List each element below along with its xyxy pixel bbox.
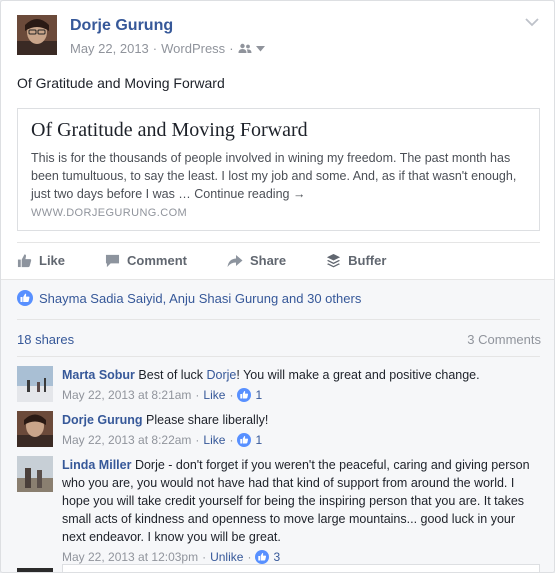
comment-body: Dorje Gurung Please share liberally! May… bbox=[62, 411, 532, 449]
like-button[interactable]: Like bbox=[17, 243, 65, 279]
comment-mention[interactable]: Dorje bbox=[207, 368, 237, 382]
comments-count[interactable]: 3 Comments bbox=[467, 332, 541, 347]
comment-text: Best of luck bbox=[138, 368, 207, 382]
link-preview[interactable]: Of Gratitude and Moving Forward This is … bbox=[17, 108, 540, 231]
post-header: Dorje Gurung May 22, 2013 · WordPress · bbox=[17, 15, 540, 65]
share-arrow-icon bbox=[227, 254, 243, 267]
like-count-icon bbox=[255, 550, 270, 564]
meta-separator: · bbox=[152, 41, 158, 56]
comment-meta: May 22, 2013 at 8:22am · Like · 1 bbox=[62, 431, 532, 449]
comment-like-button[interactable]: Like bbox=[203, 431, 225, 449]
share-button[interactable]: Share bbox=[227, 243, 286, 279]
comment-body: Marta Sobur Best of luck Dorje! You will… bbox=[62, 366, 532, 404]
friends-audience-icon bbox=[238, 43, 252, 53]
like-count-icon bbox=[237, 388, 252, 402]
post-text: Of Gratitude and Moving Forward bbox=[17, 75, 225, 91]
commenter-avatar[interactable] bbox=[17, 366, 53, 402]
comment-meta: May 22, 2013 at 8:21am · Like · 1 bbox=[62, 386, 532, 404]
commenter-name[interactable]: Dorje Gurung bbox=[62, 413, 143, 427]
author-name[interactable]: Dorje Gurung bbox=[70, 17, 173, 35]
comment-button[interactable]: Comment bbox=[105, 243, 187, 279]
divider bbox=[17, 319, 540, 320]
meta-separator: · bbox=[229, 41, 234, 56]
thumbs-up-icon bbox=[17, 254, 32, 268]
comment-icon bbox=[105, 254, 120, 267]
post-source[interactable]: WordPress bbox=[161, 41, 225, 56]
reply-input[interactable] bbox=[62, 564, 540, 572]
post-card: Dorje Gurung May 22, 2013 · WordPress · … bbox=[0, 0, 555, 573]
comment-text-line: Marta Sobur Best of luck Dorje! You will… bbox=[62, 366, 532, 384]
reply-avatar bbox=[17, 568, 53, 572]
comment-text: Please share liberally! bbox=[146, 413, 269, 427]
shares-count[interactable]: 18 shares bbox=[17, 332, 74, 347]
buffer-label: Buffer bbox=[348, 253, 387, 268]
like-label: Like bbox=[39, 253, 66, 268]
comment-like-button[interactable]: Like bbox=[203, 386, 225, 404]
commenter-avatar[interactable] bbox=[17, 411, 53, 447]
meta-separator: · bbox=[195, 433, 200, 447]
chevron-down-icon[interactable] bbox=[524, 15, 540, 29]
feedback-section: Shayma Sadia Saiyid, Anju Shasi Gurung a… bbox=[1, 279, 554, 572]
commenter-avatar[interactable] bbox=[17, 456, 53, 492]
buffer-button[interactable]: Buffer bbox=[326, 243, 386, 279]
likers-text[interactable]: Shayma Sadia Saiyid, Anju Shasi Gurung a… bbox=[39, 291, 361, 306]
meta-separator: · bbox=[229, 388, 234, 402]
share-label: Share bbox=[249, 253, 287, 268]
comment-like-count[interactable]: 1 bbox=[255, 386, 262, 404]
link-description: This is for the thousands of people invo… bbox=[31, 151, 517, 201]
comment-text-line: Dorje Gurung Please share liberally! bbox=[62, 411, 532, 429]
like-reaction-icon bbox=[17, 290, 33, 306]
author-avatar[interactable] bbox=[17, 15, 57, 55]
comment-text-line: Linda Miller Dorje - don't forget if you… bbox=[62, 456, 532, 546]
commenter-name[interactable]: Marta Sobur bbox=[62, 368, 135, 382]
audience-dropdown-icon[interactable] bbox=[255, 45, 265, 52]
comment-time[interactable]: May 22, 2013 at 8:21am bbox=[62, 386, 191, 404]
post-actions-bar: Like Comment Share Buffer bbox=[17, 242, 540, 278]
like-count-icon bbox=[237, 433, 252, 447]
comment-label: Comment bbox=[127, 253, 187, 268]
comment-text: Dorje - don't forget if you weren't the … bbox=[62, 458, 530, 544]
divider bbox=[17, 356, 540, 357]
meta-separator: · bbox=[195, 388, 200, 402]
comment-body: Linda Miller Dorje - don't forget if you… bbox=[62, 456, 532, 566]
link-domain: WWW.DORJEGURUNG.COM bbox=[31, 207, 188, 219]
buffer-stack-icon bbox=[327, 253, 341, 268]
meta-separator: · bbox=[229, 433, 234, 447]
post-meta: May 22, 2013 · WordPress · bbox=[70, 41, 265, 56]
post-date[interactable]: May 22, 2013 bbox=[70, 41, 149, 56]
comment-like-count[interactable]: 1 bbox=[255, 431, 262, 449]
commenter-name[interactable]: Linda Miller bbox=[62, 458, 131, 472]
comment-text: ! You will make a great and positive cha… bbox=[236, 368, 480, 382]
likers-row[interactable]: Shayma Sadia Saiyid, Anju Shasi Gurung a… bbox=[17, 290, 361, 306]
comment-time[interactable]: May 22, 2013 at 8:22am bbox=[62, 431, 191, 449]
link-title[interactable]: Of Gratitude and Moving Forward bbox=[31, 119, 308, 142]
